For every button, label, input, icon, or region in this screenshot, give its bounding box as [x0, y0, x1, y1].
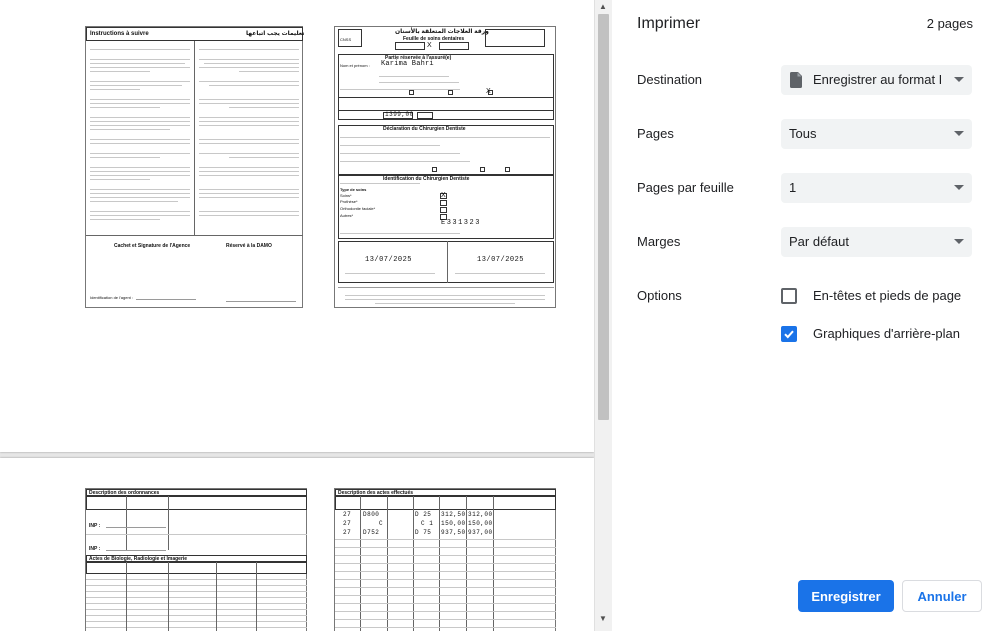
instructions-page: Instructions à suivre تعليمات يجب اتباعه…: [85, 26, 305, 308]
amount-value: 1399,00: [385, 111, 414, 118]
prothese-label: Prothèse*: [340, 199, 358, 204]
insured-name-value: Karima Bahri: [381, 60, 434, 68]
instructions-title-ar: تعليمات يجب اتباعها: [246, 31, 305, 37]
signature-date-1: 13/07/2025: [365, 256, 413, 264]
page-count: 2 pages: [926, 16, 973, 31]
chevron-down-icon: [954, 131, 964, 136]
background-graphics-checkbox[interactable]: [781, 326, 797, 342]
headers-footers-checkbox[interactable]: [781, 288, 797, 304]
save-button[interactable]: Enregistrer: [798, 580, 894, 612]
chevron-down-icon: [954, 77, 964, 82]
chevron-down-icon: [954, 185, 964, 190]
soins-label: Soins*: [340, 193, 352, 198]
inpe-value: E331323: [441, 219, 481, 227]
destination-label: Destination: [637, 72, 703, 87]
pages-select[interactable]: Tous: [781, 119, 972, 149]
acts-page: Description des actes effectués 27 D800 …: [334, 488, 556, 631]
prescriptions-page: Description des ordonnances INP : INP : …: [85, 488, 307, 631]
pages-per-sheet-select[interactable]: 1: [781, 173, 972, 203]
signature-date-2: 13/07/2025: [477, 256, 525, 264]
name-label: Nom et prénom :: [340, 63, 370, 68]
document-icon: [790, 72, 802, 88]
print-dialog-title: Imprimer: [637, 15, 701, 32]
orthodontie-label: Orthodontie faciale*: [340, 206, 376, 211]
inp-label-1: INP :: [89, 523, 101, 529]
pages-per-sheet-label: Pages par feuille: [637, 180, 734, 195]
agent-id-label: Identification de l'agent :: [90, 295, 134, 300]
margins-select[interactable]: Par défaut: [781, 227, 972, 257]
cancel-button[interactable]: Annuler: [902, 580, 982, 612]
options-label: Options: [637, 288, 682, 303]
pages-per-sheet-value: 1: [789, 180, 797, 195]
scroll-down-arrow-icon[interactable]: ▼: [599, 614, 607, 623]
agency-stamp-label: Cachet et Signature de l'Agence: [114, 243, 191, 249]
destination-value: Enregistrer au format PDF: [813, 72, 941, 87]
scroll-up-arrow-icon[interactable]: ▲: [599, 2, 607, 11]
form-title-ar: ورقة العلاجات المتعلقة بالأسنان: [395, 29, 489, 35]
declaration-section-title: Déclaration du Chirurgien Dentiste: [383, 126, 466, 132]
print-preview-area[interactable]: Instructions à suivre تعليمات يجب اتباعه…: [0, 0, 612, 631]
damo-reserved-label: Réservé à la DAMO: [226, 243, 272, 249]
margins-value: Par défaut: [789, 234, 849, 249]
print-settings-panel: Imprimer 2 pages Destination Enregistrer…: [612, 0, 996, 631]
margins-label: Marges: [637, 234, 681, 249]
identification-section-title: Identification du Chirurgien Dentiste: [383, 176, 470, 182]
pages-label: Pages: [637, 126, 674, 141]
preview-page-2: Description des ordonnances INP : INP : …: [0, 458, 594, 631]
dental-form-page: CNSS ورقة العلاجات المتعلقة بالأسنان Feu…: [334, 26, 556, 308]
chevron-down-icon: [954, 239, 964, 244]
autres-label: Autres*: [340, 213, 354, 218]
headers-footers-label[interactable]: En-têtes et pieds de page: [813, 288, 961, 303]
pages-value: Tous: [789, 126, 817, 141]
preview-scrollbar[interactable]: ▲ ▼: [594, 0, 612, 631]
instructions-title: Instructions à suivre: [90, 31, 149, 37]
inp-label-2: INP :: [89, 546, 101, 552]
destination-select[interactable]: Enregistrer au format PDF: [781, 65, 972, 95]
checkmark-icon: [784, 330, 794, 339]
scrollbar-thumb[interactable]: [598, 14, 609, 420]
preview-page-1: Instructions à suivre تعليمات يجب اتباعه…: [0, 0, 594, 452]
background-graphics-label[interactable]: Graphiques d'arrière-plan: [813, 326, 960, 341]
